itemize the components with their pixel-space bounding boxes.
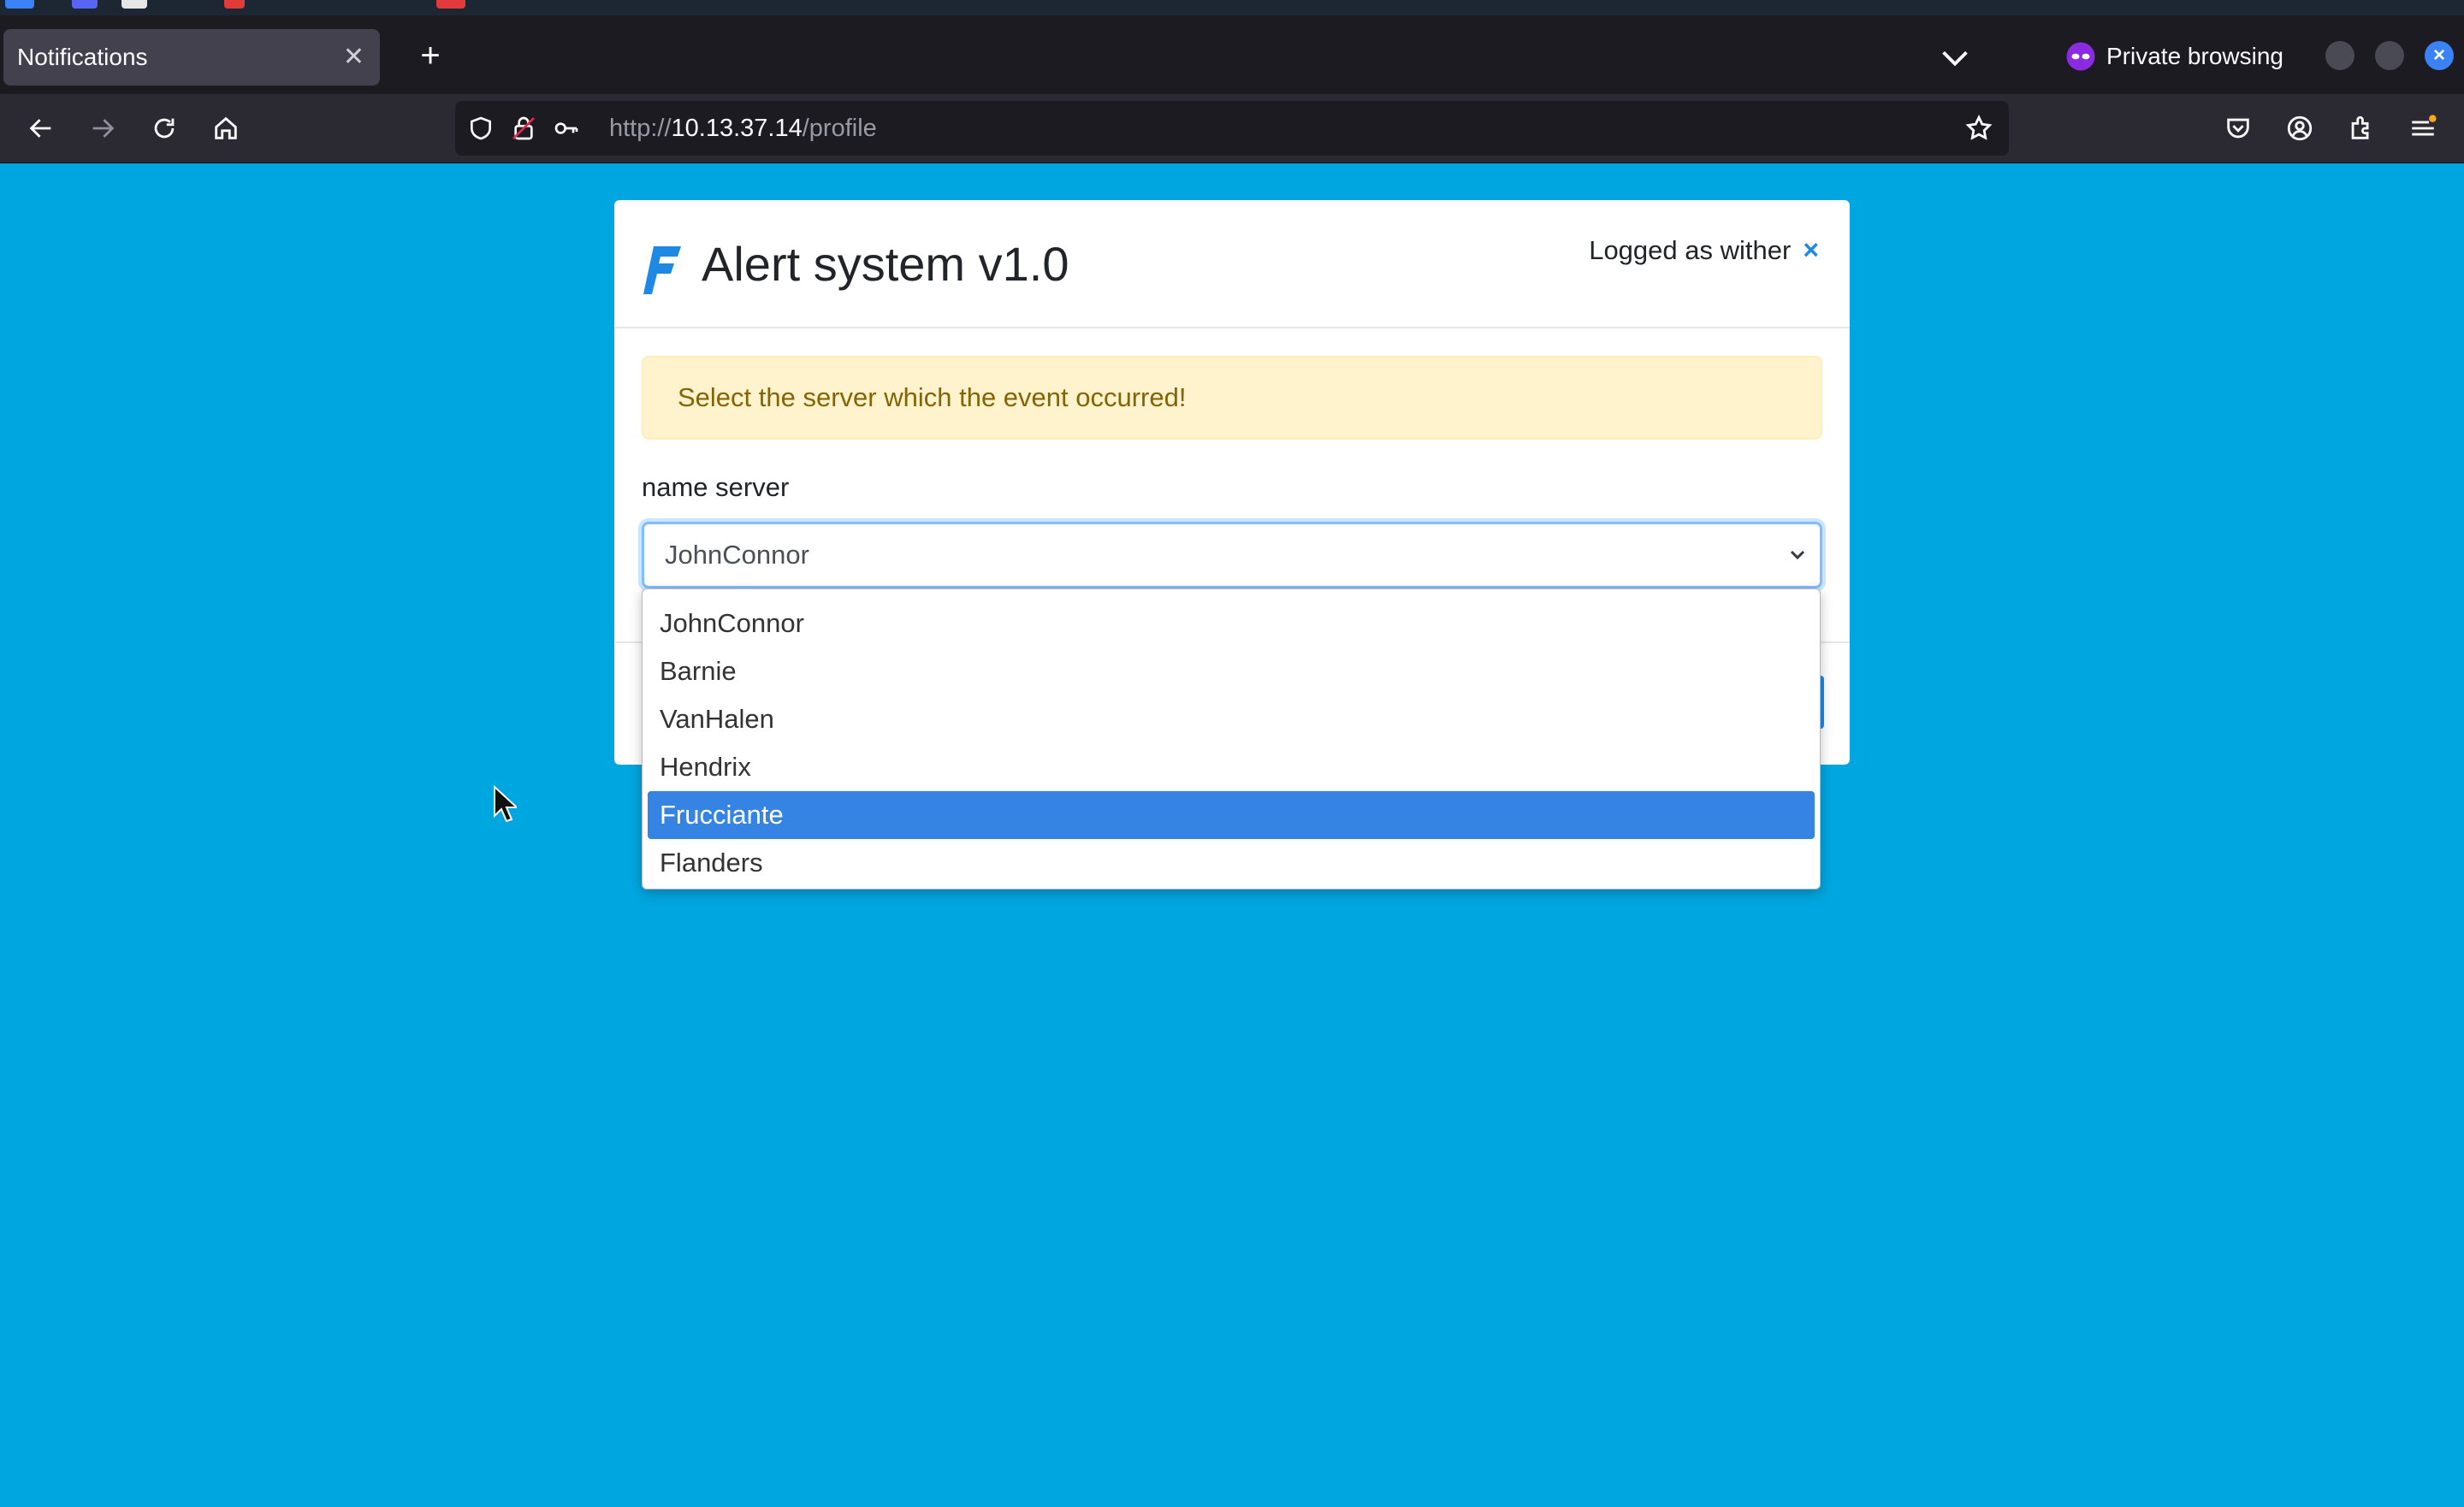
logged-in-status: Logged as wither ×: [1589, 234, 1819, 266]
os-firefox-icon[interactable]: [436, 0, 465, 9]
chevron-down-icon: [1790, 550, 1805, 560]
select-current-value: JohnConnor: [665, 540, 809, 570]
browser-nav-bar: http://10.13.37.14/profile: [0, 94, 2464, 163]
list-all-tabs-icon[interactable]: [1935, 38, 1975, 77]
tab-close-icon[interactable]: ✕: [343, 29, 364, 86]
card-header: Alert system v1.0 Logged as wither ×: [614, 200, 1850, 328]
minimize-window-button[interactable]: [2325, 41, 2354, 70]
logout-close-icon[interactable]: ×: [1803, 234, 1819, 266]
mouse-pointer-icon: [494, 785, 517, 823]
dropdown-option[interactable]: Flanders: [648, 839, 1815, 887]
dropdown-option[interactable]: VanHalen: [648, 695, 1815, 743]
home-icon[interactable]: [205, 108, 246, 149]
name-server-dropdown-list: JohnConnor Barnie VanHalen Hendrix Frucciant…: [642, 588, 1821, 889]
reload-icon[interactable]: [144, 108, 185, 149]
maximize-window-button[interactable]: [2375, 41, 2404, 70]
browser-tab-bar: Notifications ✕ + Private browsing ×: [0, 15, 2464, 94]
name-server-select[interactable]: JohnConnor: [642, 522, 1822, 588]
dropdown-option[interactable]: JohnConnor: [648, 600, 1815, 647]
warning-alert: Select the server which the event occurr…: [642, 356, 1822, 440]
dropdown-option[interactable]: Barnie: [648, 647, 1815, 695]
app-logo-icon: [643, 246, 681, 294]
close-window-button[interactable]: ×: [2425, 41, 2454, 70]
private-browsing-label: Private browsing: [2106, 43, 2283, 69]
back-icon[interactable]: [21, 108, 62, 149]
os-top-panel: [0, 0, 2464, 15]
url-text[interactable]: http://10.13.37.14/profile: [609, 101, 877, 156]
name-server-label: name server: [642, 472, 790, 502]
lock-icon[interactable]: [510, 115, 537, 142]
pocket-icon[interactable]: [2218, 108, 2259, 149]
menu-icon[interactable]: [2402, 108, 2443, 149]
forward-icon[interactable]: [82, 108, 123, 149]
account-icon[interactable]: [2279, 108, 2320, 149]
app-title: Alert system v1.0: [702, 237, 1069, 291]
url-bar[interactable]: http://10.13.37.14/profile: [455, 101, 2009, 156]
new-tab-button[interactable]: +: [402, 29, 459, 86]
shield-icon[interactable]: [467, 115, 495, 142]
os-app-icon[interactable]: [224, 0, 245, 9]
os-app-icon[interactable]: [121, 0, 147, 9]
os-launcher-icon[interactable]: [5, 0, 34, 9]
dropdown-option[interactable]: Hendrix: [648, 743, 1815, 791]
key-icon[interactable]: [553, 115, 580, 142]
extensions-icon[interactable]: [2341, 108, 2382, 149]
logged-in-label: Logged as wither: [1589, 234, 1792, 265]
star-icon[interactable]: [1964, 114, 1993, 143]
tab-notifications[interactable]: Notifications ✕: [3, 29, 380, 86]
tab-title: Notifications: [17, 44, 148, 70]
os-app-icon[interactable]: [72, 0, 98, 9]
private-mask-icon: [2066, 42, 2095, 71]
private-browsing-indicator: Private browsing: [2065, 31, 2283, 82]
dropdown-option[interactable]: Frucciante: [648, 791, 1815, 839]
